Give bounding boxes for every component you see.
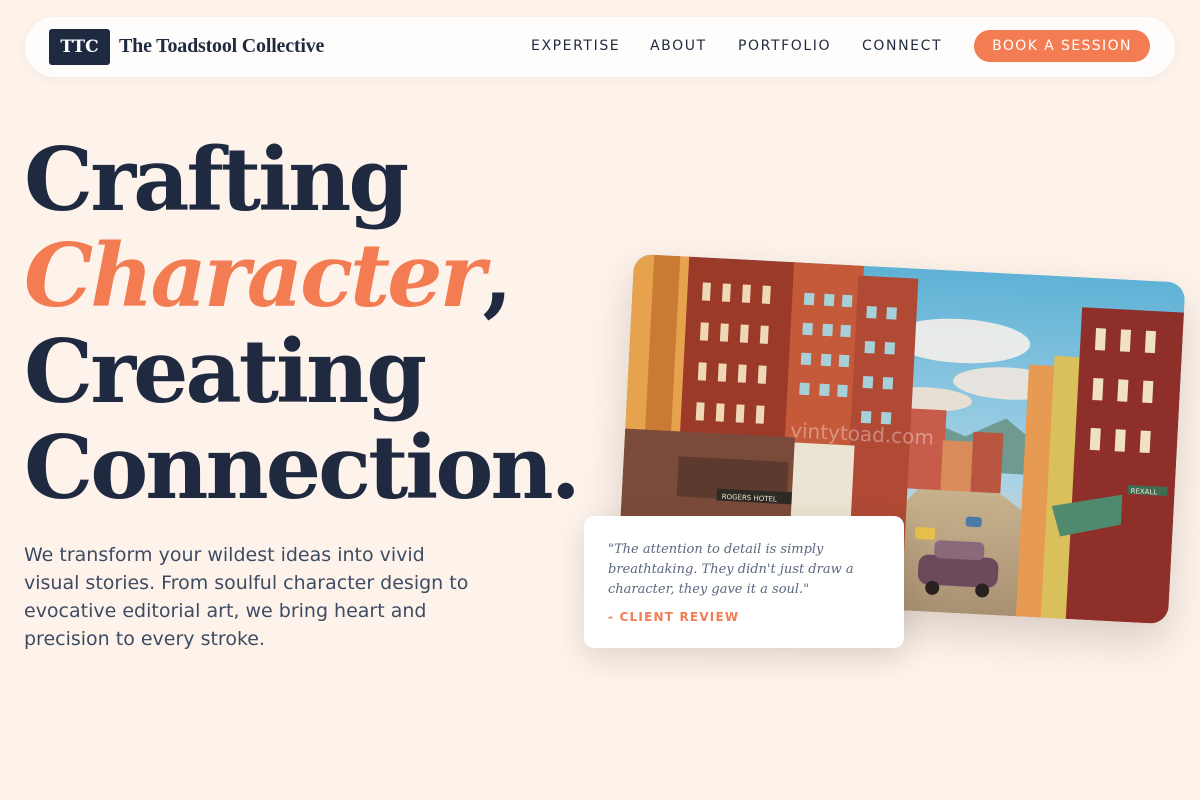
hero-heading-comma: , [482, 224, 512, 327]
nav-link-expertise[interactable]: EXPERTISE [531, 38, 620, 54]
hero-heading-line-1: Crafting [24, 128, 409, 231]
hero-subtitle: We transform your wildest ideas into viv… [24, 544, 469, 650]
book-session-button[interactable]: BOOK A SESSION [974, 30, 1150, 62]
client-review-card: "The attention to detail is simply breat… [584, 516, 904, 648]
nav-link-about[interactable]: ABOUT [650, 38, 707, 54]
hero-heading-line-3: Creating [24, 320, 427, 423]
nav-link-connect[interactable]: CONNECT [862, 38, 942, 54]
hero-heading-accent: Character [24, 224, 485, 327]
review-label: - CLIENT REVIEW [608, 610, 740, 624]
sign-right: REXALL [1130, 487, 1157, 496]
hero-heading: Crafting Character, Creating Connection. [24, 128, 581, 519]
hero-heading-line-2: Character, [24, 228, 578, 324]
review-quote: "The attention to detail is simply breat… [608, 542, 854, 597]
hero-heading-line-4: Connection. [24, 416, 581, 519]
nav-link-portfolio[interactable]: PORTFOLIO [738, 38, 831, 54]
top-navigation: TTC The Toadstool Collective EXPERTISE A… [25, 17, 1175, 77]
